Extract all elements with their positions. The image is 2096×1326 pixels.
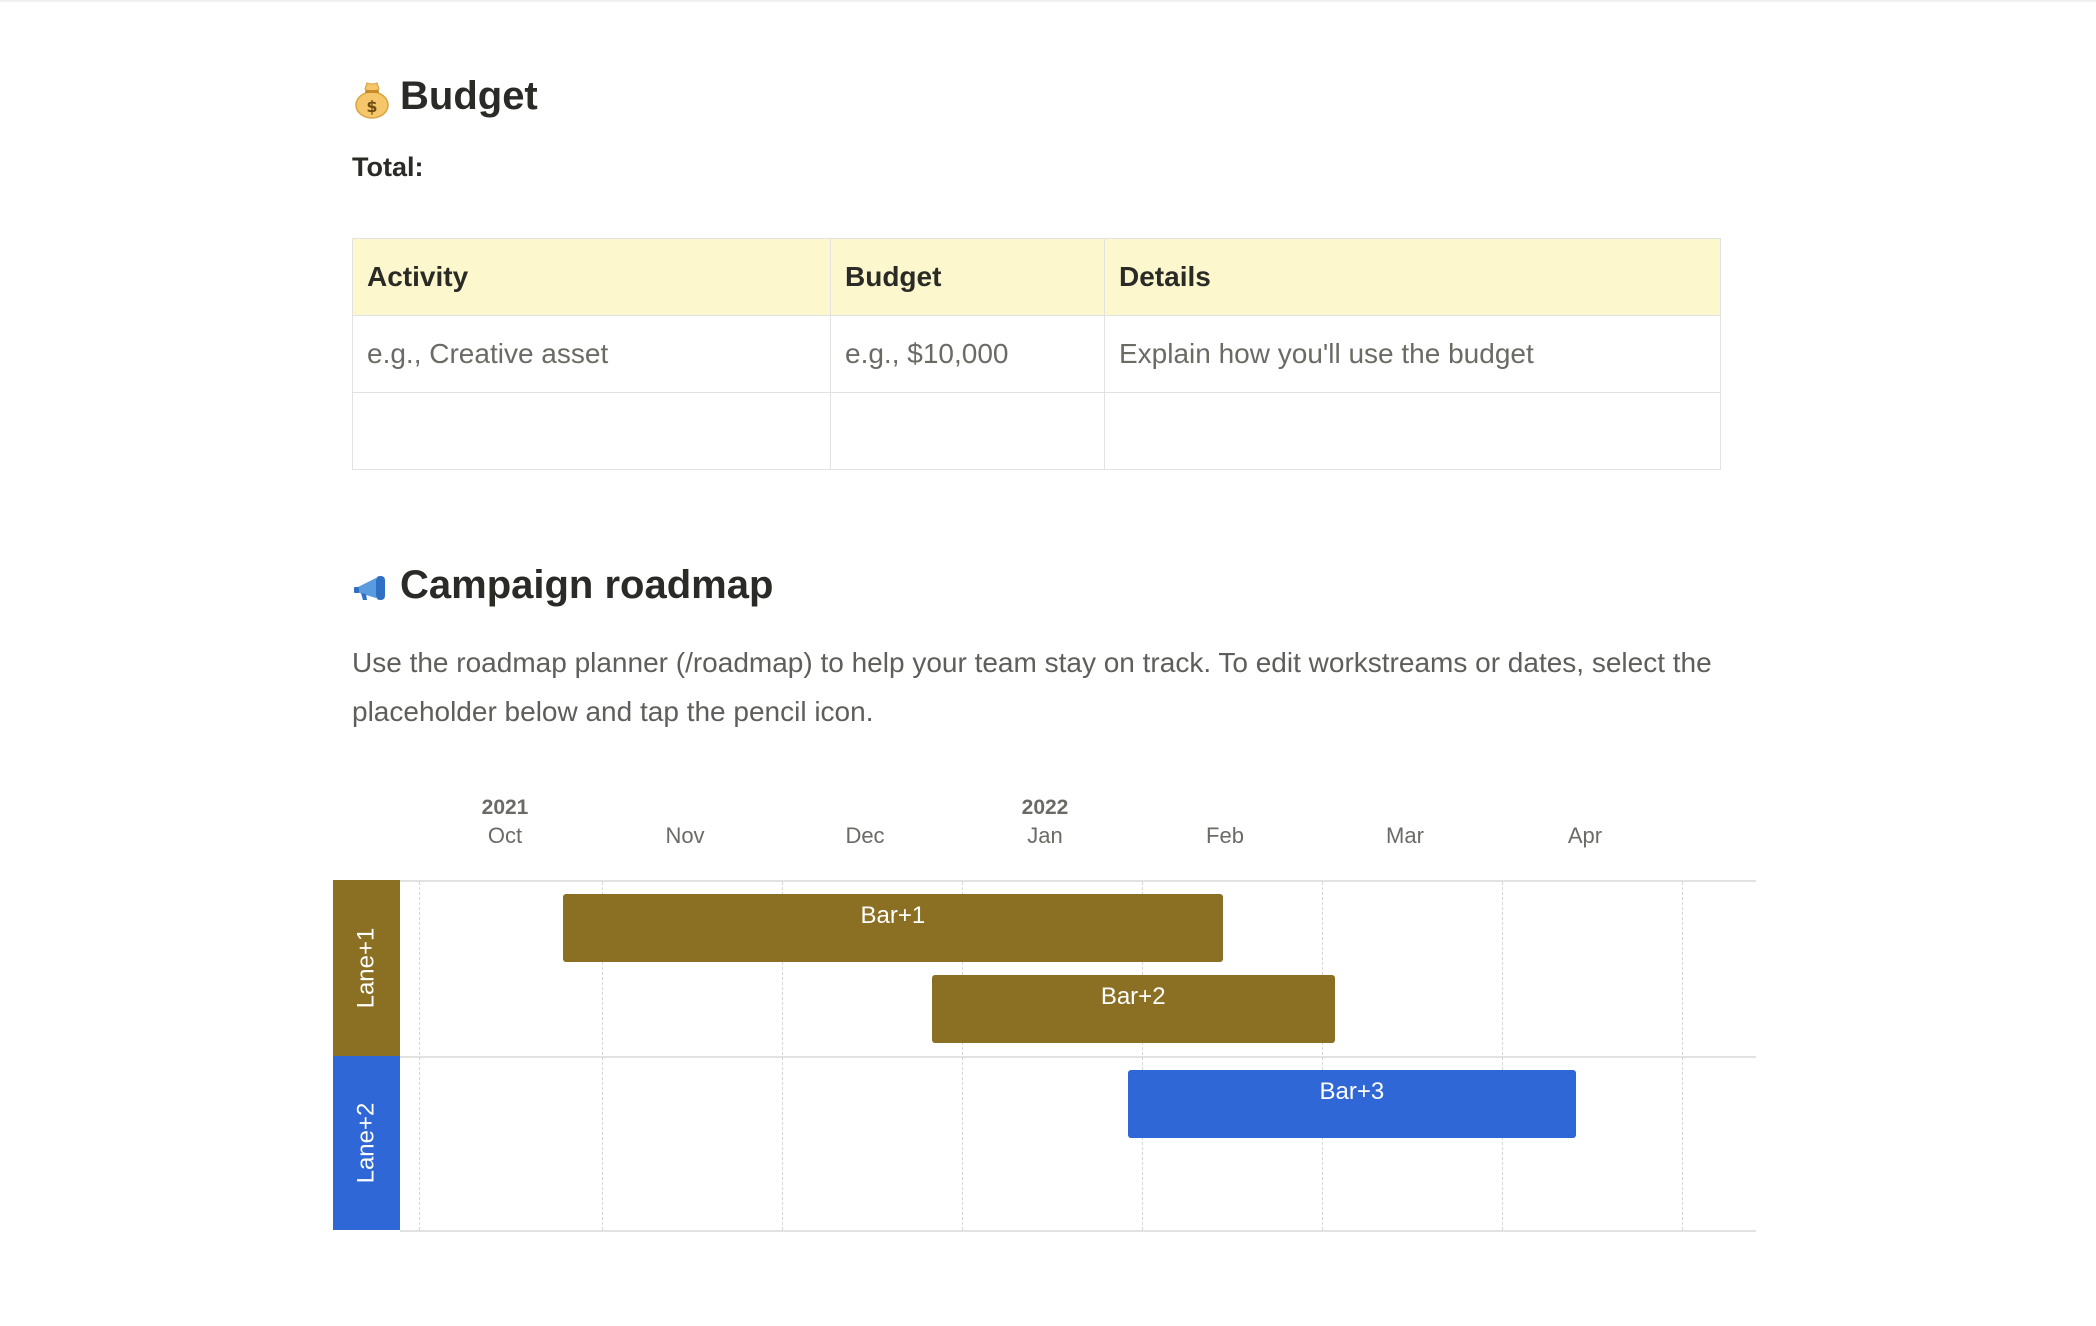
column-header-budget[interactable]: Budget <box>830 238 1105 316</box>
grid-line <box>1682 882 1683 1230</box>
month-label: Dec <box>845 823 885 848</box>
table-cell-activity[interactable]: e.g., Creative asset <box>352 315 831 393</box>
table-row: e.g., Creative asset e.g., $10,000 Expla… <box>352 315 1721 393</box>
year-label: 2021 <box>481 796 529 819</box>
year-label: 2022 <box>1021 796 1069 819</box>
lane-label-1[interactable]: Lane+1 <box>333 880 400 1056</box>
table-cell-budget[interactable] <box>830 392 1105 470</box>
budget-title: Budget <box>400 74 538 118</box>
roadmap-bar[interactable]: Bar+2 <box>931 975 1335 1043</box>
column-header-details[interactable]: Details <box>1104 238 1721 316</box>
roadmap-title: Campaign roadmap <box>400 563 774 607</box>
megaphone-icon <box>352 564 392 608</box>
table-cell-details[interactable]: Explain how you'll use the budget <box>1104 315 1721 393</box>
lane-label-text: Lane+2 <box>352 1102 380 1184</box>
budget-table: Activity Budget Details e.g., Creative a… <box>352 238 1721 470</box>
timeline-top-border <box>400 880 1756 882</box>
table-cell-activity[interactable] <box>352 392 831 470</box>
grid-line <box>1322 882 1323 1230</box>
month-label: Apr <box>1567 823 1603 848</box>
table-cell-details[interactable] <box>1104 392 1721 470</box>
table-header-row: Activity Budget Details <box>352 238 1721 316</box>
roadmap-description: Use the roadmap planner (/roadmap) to he… <box>352 647 1712 727</box>
roadmap-timeline[interactable]: 20212022OctNovDecJanFebMarAprMLane+1Lane… <box>333 790 1756 1232</box>
column-header-activity[interactable]: Activity <box>352 238 831 316</box>
money-bag-icon: $ <box>352 75 392 119</box>
budget-total-label: Total: <box>352 152 424 182</box>
table-row <box>352 392 1721 470</box>
roadmap-bar[interactable]: Bar+1 <box>562 894 1224 962</box>
table-cell-budget[interactable]: e.g., $10,000 <box>830 315 1105 393</box>
grid-line <box>1502 882 1503 1230</box>
month-label: Jan <box>1027 823 1063 848</box>
month-label: Nov <box>665 823 705 848</box>
lane-label-2[interactable]: Lane+2 <box>333 1056 400 1230</box>
svg-text:$: $ <box>366 97 377 116</box>
budget-heading: $ Budget <box>352 74 538 119</box>
month-label: Feb <box>1206 823 1244 848</box>
grid-line <box>419 882 420 1230</box>
lane-label-text: Lane+1 <box>352 927 380 1009</box>
month-label: Mar <box>1386 823 1424 848</box>
month-label: Oct <box>487 823 523 848</box>
roadmap-heading: Campaign roadmap <box>352 563 773 608</box>
lane-divider <box>400 1056 1756 1058</box>
roadmap-bar[interactable]: Bar+3 <box>1127 1070 1576 1138</box>
top-divider <box>0 0 2096 3</box>
timeline-bottom-border <box>400 1230 1756 1232</box>
